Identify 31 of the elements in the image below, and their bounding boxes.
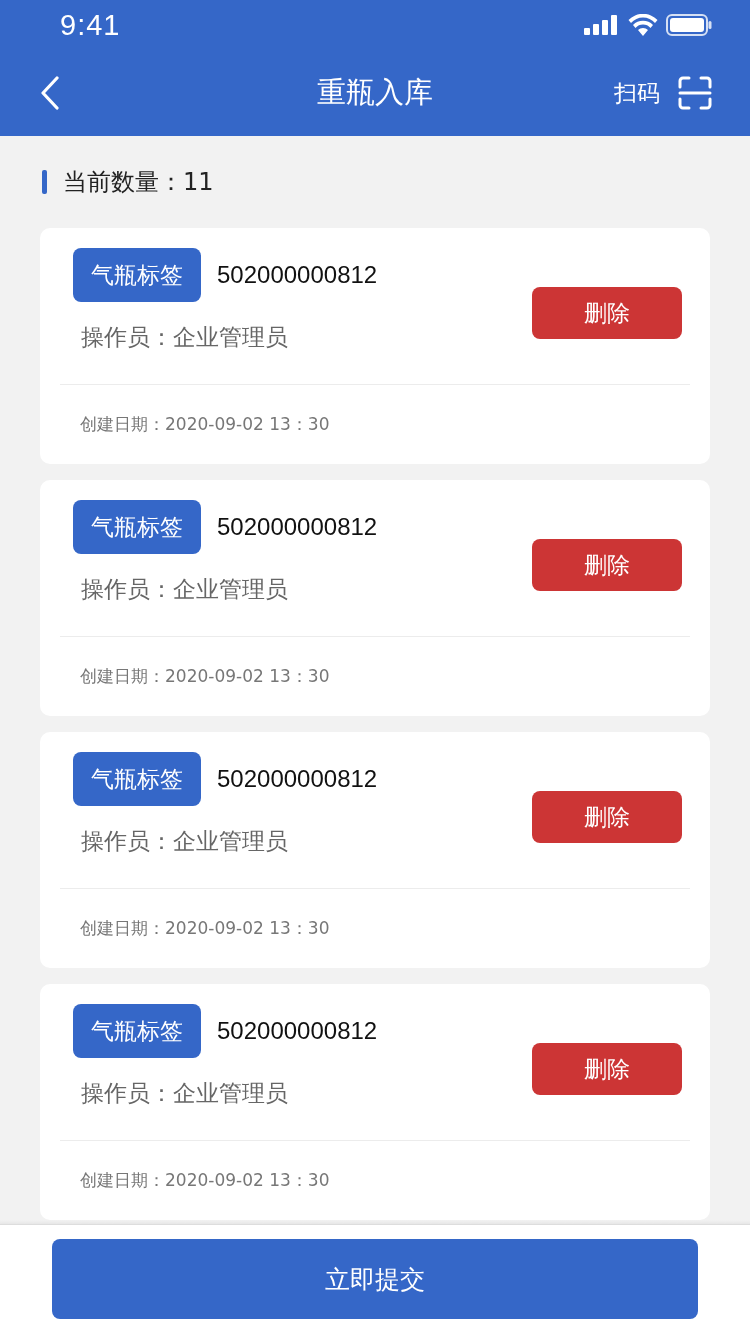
submit-button[interactable]: 立即提交 [52,1239,698,1319]
created-date: 创建日期：2020-09-02 13：30 [79,917,331,940]
created-date: 创建日期：2020-09-02 13：30 [79,413,331,436]
operator-text: 操作员：企业管理员 [80,827,289,856]
created-date: 创建日期：2020-09-02 13：30 [79,1169,331,1192]
accent-bar [42,170,47,194]
status-time: 9:41 [60,8,121,42]
scan-icon[interactable] [678,76,712,110]
operator-text: 操作员：企业管理员 [80,1079,289,1108]
cylinder-code: 502000000812 [217,261,378,289]
back-icon[interactable] [40,76,60,110]
signal-icon [584,15,620,35]
cylinder-tag: 气瓶标签 [73,248,201,302]
operator-text: 操作员：企业管理员 [80,323,289,352]
created-date: 创建日期：2020-09-02 13：30 [79,665,331,688]
cylinder-code: 502000000812 [217,1017,378,1045]
battery-icon [666,14,712,36]
cylinder-tag: 气瓶标签 [73,500,201,554]
delete-button[interactable]: 删除 [532,791,682,843]
page-title: 重瓶入库 [317,74,433,111]
delete-button[interactable]: 删除 [532,287,682,339]
cylinder-tag: 气瓶标签 [73,752,201,806]
cylinder-code: 502000000812 [217,765,378,793]
count-label: 当前数量：11 [63,167,214,198]
delete-button[interactable]: 删除 [532,539,682,591]
cylinder-tag: 气瓶标签 [73,1004,201,1058]
cylinder-code: 502000000812 [217,513,378,541]
operator-text: 操作员：企业管理员 [80,575,289,604]
delete-button[interactable]: 删除 [532,1043,682,1095]
scan-link[interactable]: 扫码 [614,77,660,109]
wifi-icon [628,14,658,36]
